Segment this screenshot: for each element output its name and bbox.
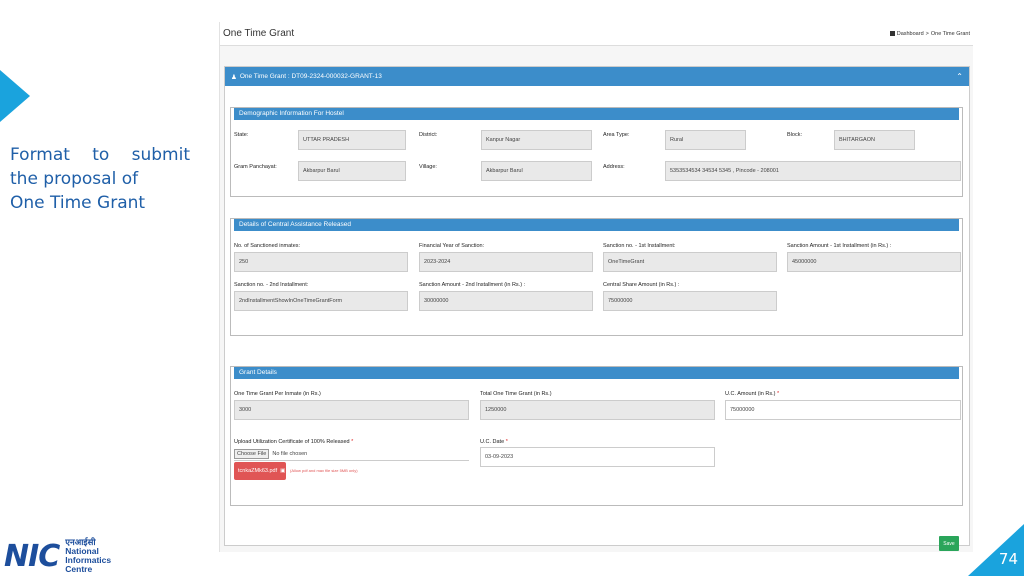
- nic-logo-mark: NIC: [4, 538, 60, 574]
- home-icon: [889, 31, 895, 36]
- breadcrumb-current: One Time Grant: [930, 30, 970, 37]
- state-field[interactable]: UTTAR PRADESH: [298, 130, 406, 150]
- total-grant-field[interactable]: 1250000: [480, 400, 715, 420]
- page-title: One Time Grant: [223, 28, 295, 39]
- app-topbar: One Time Grant Dashboard > One Time Gran…: [220, 22, 973, 46]
- gram-panchayat-label: Gram Panchayat:: [234, 164, 277, 170]
- uc-amount-label-text: U.C. Amount (in Rs.): [725, 391, 776, 397]
- section-title: Grant Details: [234, 367, 959, 379]
- financial-year-field[interactable]: 2023-2024: [419, 252, 593, 272]
- central-assistance-section: Details of Central Assistance Released N…: [230, 218, 963, 336]
- app-screenshot: One Time Grant Dashboard > One Time Gran…: [219, 22, 973, 552]
- user-icon: ♟: [231, 73, 237, 81]
- central-share-field[interactable]: 75000000: [603, 291, 777, 311]
- grant-panel: ♟ One Time Grant : DT09-2324-000032-GRAN…: [224, 66, 970, 546]
- amount1-field[interactable]: 45000000: [787, 252, 961, 272]
- demographic-section: Demographic Information For Hostel State…: [230, 107, 963, 197]
- file-name: tcnkaZMk63.pdf: [238, 468, 278, 474]
- amount1-label: Sanction Amount - 1st Installment (in Rs…: [787, 243, 892, 249]
- sanction2-label: Sanction no. - 2nd Installment:: [234, 282, 309, 288]
- required-mark: *: [776, 391, 780, 397]
- uc-date-label: U.C. Date *: [480, 439, 508, 445]
- no-file-text: No file chosen: [272, 450, 308, 457]
- sanction1-field[interactable]: OneTimeGrant: [603, 252, 777, 272]
- financial-year-label: Financial Year of Sanction:: [419, 243, 485, 249]
- total-grant-label: Total One Time Grant (in Rs.): [480, 391, 552, 397]
- per-inmate-field[interactable]: 3000: [234, 400, 469, 420]
- caption-word: submit: [131, 145, 190, 165]
- address-field[interactable]: 5353534534 34534 5345 , Pincode - 208001: [665, 161, 961, 181]
- grant-details-section: Grant Details One Time Grant Per Inmate …: [230, 366, 963, 506]
- document-icon: ▣: [280, 468, 286, 474]
- save-button[interactable]: Save: [939, 536, 959, 551]
- district-field[interactable]: Kanpur Nagar: [481, 130, 592, 150]
- central-share-label: Central Share Amount (in Rs.) :: [603, 282, 680, 288]
- block-label: Block:: [787, 132, 802, 138]
- breadcrumb-home[interactable]: Dashboard: [897, 31, 924, 37]
- area-type-field[interactable]: Rural: [665, 130, 746, 150]
- panel-title: One Time Grant : DT09-2324-000032-GRANT-…: [239, 73, 382, 80]
- caption-line: the proposal of: [10, 169, 139, 189]
- uc-amount-field[interactable]: 75000000: [725, 400, 961, 420]
- state-label: State:: [234, 132, 249, 138]
- village-label: Village:: [419, 164, 437, 170]
- amount2-label: Sanction Amount - 2nd Installment (in Rs…: [419, 282, 526, 288]
- required-mark: *: [505, 439, 508, 445]
- area-type-label: Area Type:: [603, 132, 630, 138]
- block-field[interactable]: BHITARGAON: [834, 130, 915, 150]
- breadcrumb-separator: >: [925, 30, 929, 37]
- section-title: Details of Central Assistance Released: [234, 219, 959, 231]
- upload-label-text: Upload Utilization Certificate of 100% R…: [234, 439, 350, 445]
- inmates-label: No. of Sanctioned inmates:: [234, 243, 301, 249]
- page-number: 74: [998, 550, 1018, 568]
- sanction1-label: Sanction no. - 1st Installment:: [603, 243, 676, 249]
- nic-logo: NIC एनआईसी National Informatics Centre: [4, 538, 111, 574]
- choose-file-button[interactable]: Choose File: [234, 448, 270, 459]
- chevron-up-icon[interactable]: ⌃: [956, 72, 963, 81]
- district-label: District:: [419, 132, 438, 138]
- nic-logo-text: एनआईसी National Informatics Centre: [65, 538, 111, 574]
- amount2-field[interactable]: 30000000: [419, 291, 593, 311]
- decor-arrow: [0, 70, 30, 122]
- sanction2-field[interactable]: 2ndInstallmentShowInOneTimeGrantForm: [234, 291, 408, 311]
- uploaded-pdf-button[interactable]: tcnkaZMk63.pdf ▣: [234, 462, 286, 480]
- slide-caption: Format to submit the proposal of One Tim…: [10, 143, 190, 215]
- slide: Format to submit the proposal of One Tim…: [0, 0, 1024, 576]
- uc-amount-label: U.C. Amount (in Rs.) *: [725, 391, 779, 397]
- village-field[interactable]: Akbarpur Barul: [481, 161, 592, 181]
- per-inmate-label: One Time Grant Per Inmate (in Rs.): [234, 391, 321, 397]
- logo-line: Centre: [65, 564, 93, 574]
- upload-note: (Allow pdf and max file size 5MB only): [290, 468, 358, 473]
- caption-word: to: [92, 145, 110, 165]
- caption-word: Format: [10, 145, 70, 165]
- caption-line: One Time Grant: [10, 193, 146, 213]
- upload-label: Upload Utilization Certificate of 100% R…: [234, 439, 353, 445]
- required-mark: *: [351, 439, 354, 445]
- breadcrumb: Dashboard > One Time Grant: [889, 30, 970, 37]
- address-label: Address:: [603, 164, 625, 170]
- uc-date-field[interactable]: 03-09-2023: [480, 447, 715, 467]
- uc-date-label-text: U.C. Date: [480, 439, 505, 445]
- gram-panchayat-field[interactable]: Akbarpur Barul: [298, 161, 406, 181]
- panel-header[interactable]: ♟ One Time Grant : DT09-2324-000032-GRAN…: [225, 67, 969, 86]
- inmates-field[interactable]: 250: [234, 252, 408, 272]
- section-title: Demographic Information For Hostel: [234, 108, 959, 120]
- upload-file-input[interactable]: Choose File No file chosen: [234, 447, 469, 461]
